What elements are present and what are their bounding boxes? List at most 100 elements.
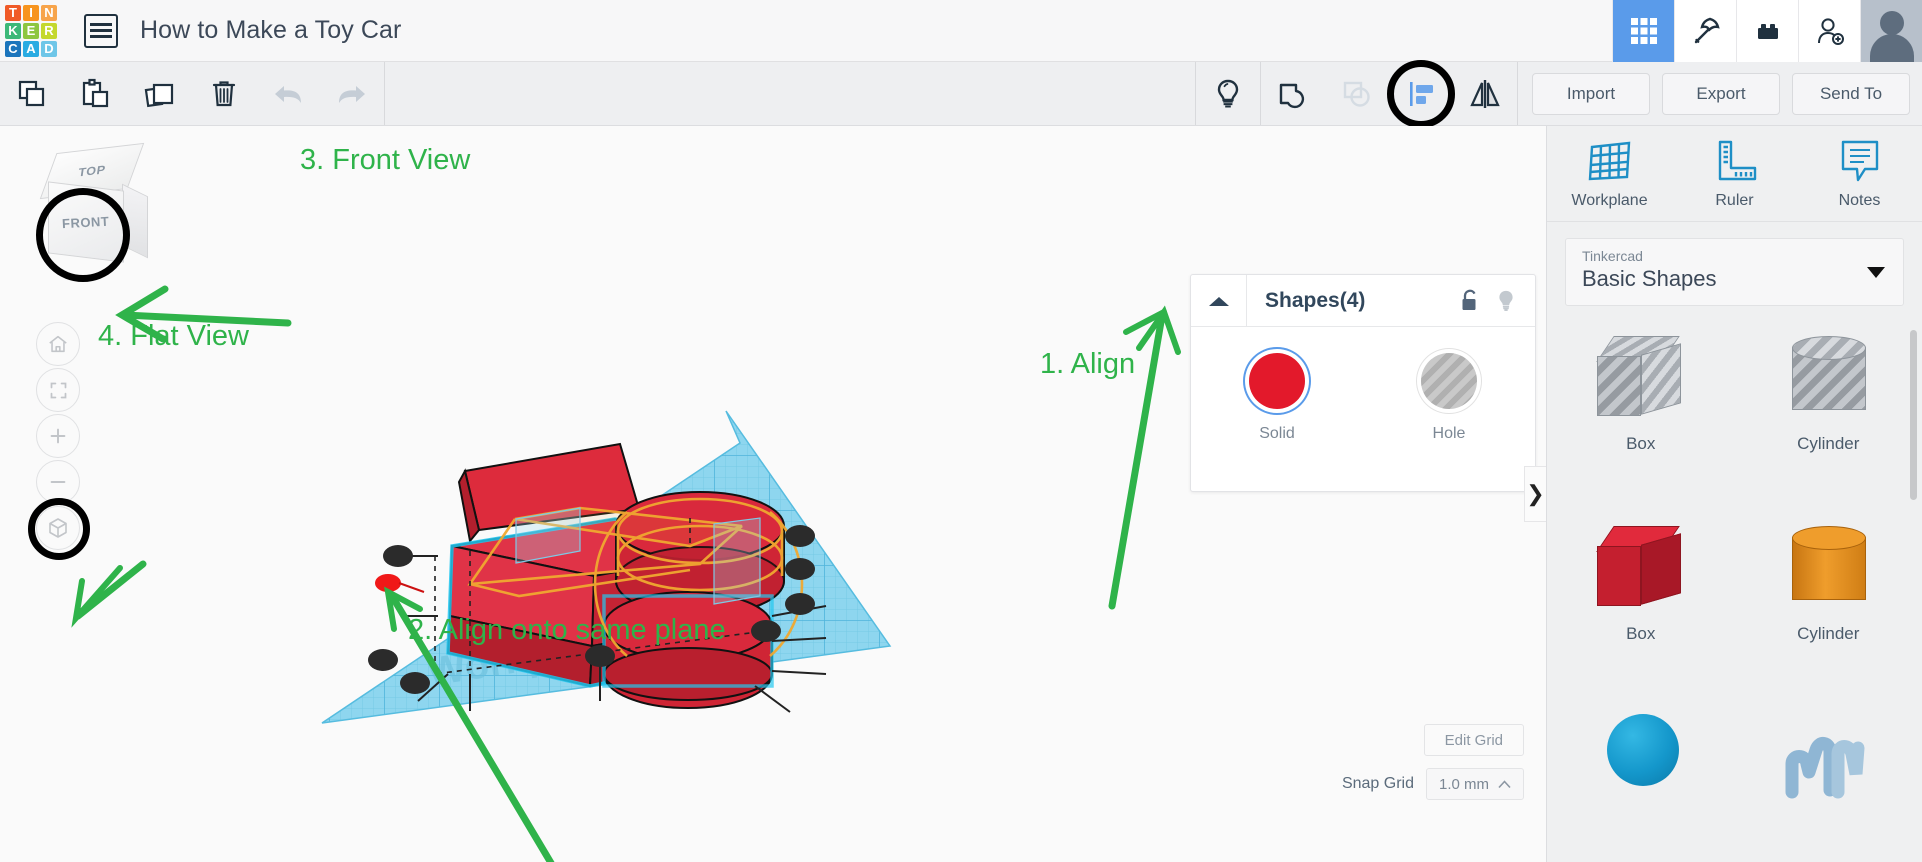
duplicate-icon[interactable] bbox=[128, 62, 192, 125]
tinkercad-logo[interactable]: TIN KER CAD bbox=[0, 0, 62, 62]
shape-row: Box Cylinder bbox=[1547, 514, 1922, 644]
top-bar: TIN KER CAD How to Make a Toy Car bbox=[0, 0, 1922, 62]
shape-row bbox=[1547, 702, 1922, 806]
tinkercad-app: TINKERCAD How to Make a Toy Car Import E… bbox=[0, 0, 1922, 862]
3d-scene[interactable]: Workplane bbox=[0, 126, 1546, 862]
triangle-up-icon[interactable] bbox=[1191, 275, 1247, 326]
notes-tool[interactable]: Notes bbox=[1797, 137, 1922, 210]
chevron-down-icon[interactable] bbox=[1867, 267, 1885, 278]
snap-grid-value: 1.0 mm bbox=[1438, 775, 1489, 793]
shapes-panel: Shapes(4) Solid Hole bbox=[1190, 274, 1536, 492]
fit-frame-icon bbox=[50, 382, 66, 398]
shapes-panel-icons bbox=[1459, 288, 1535, 314]
grid-controls: Edit Grid Snap Grid 1.0 mm bbox=[1342, 724, 1524, 800]
shape-box-red[interactable]: Box bbox=[1547, 514, 1735, 644]
ruler-tool[interactable]: Ruler bbox=[1672, 137, 1797, 210]
align-handle bbox=[585, 645, 615, 667]
export-button[interactable]: Export bbox=[1662, 72, 1780, 115]
shape-label: Box bbox=[1626, 624, 1656, 643]
plus-icon bbox=[50, 428, 66, 444]
snap-grid-row: Snap Grid 1.0 mm bbox=[1342, 768, 1524, 800]
page-title: How to Make a Toy Car bbox=[140, 16, 402, 44]
logo-tile-t: T bbox=[5, 4, 21, 21]
snap-grid-dropdown[interactable]: 1.0 mm bbox=[1425, 768, 1524, 800]
shapes-panel-header: Shapes(4) bbox=[1191, 275, 1535, 327]
solid-label: Solid bbox=[1259, 425, 1295, 442]
hole-swatch[interactable]: Hole bbox=[1363, 353, 1535, 443]
home-view-button[interactable] bbox=[36, 322, 80, 366]
shape-label: Box bbox=[1626, 434, 1656, 453]
scribble-icon bbox=[1785, 737, 1865, 799]
annotation-flat-view: 4. Flat View bbox=[98, 320, 249, 352]
snap-grid-label: Snap Grid bbox=[1341, 775, 1414, 792]
annotation-align-onto-same-plane: 2. Align onto same plane bbox=[408, 614, 726, 646]
edit-toolbar: Import Export Send To bbox=[0, 60, 1922, 128]
shapes-panel-body: Solid Hole bbox=[1191, 327, 1535, 443]
align-handle bbox=[785, 593, 815, 615]
library-collection: Basic Shapes bbox=[1582, 266, 1717, 291]
shape-sphere-blue[interactable] bbox=[1547, 702, 1735, 806]
add-person-icon[interactable] bbox=[1798, 0, 1860, 62]
logo-tile-k: K bbox=[5, 22, 21, 39]
lightbulb-icon[interactable] bbox=[1495, 288, 1517, 314]
shape-box-hole[interactable]: Box bbox=[1547, 324, 1735, 454]
logo-tile-r: R bbox=[41, 22, 57, 39]
shape-scribble[interactable] bbox=[1735, 702, 1922, 806]
send-to-button[interactable]: Send To bbox=[1792, 72, 1910, 115]
action-buttons: Import Export Send To bbox=[1518, 72, 1922, 115]
group-icon[interactable] bbox=[1261, 62, 1325, 125]
pickaxe-icon[interactable] bbox=[1674, 0, 1736, 62]
library-owner: Tinkercad bbox=[1582, 248, 1643, 264]
shape-cylinder-orange[interactable]: Cylinder bbox=[1735, 514, 1922, 644]
fit-view-button[interactable] bbox=[36, 368, 80, 412]
shape-library-grid[interactable]: Box Cylinder Box Cylinder bbox=[1547, 324, 1922, 844]
undo-icon[interactable] bbox=[256, 62, 320, 125]
top-bar-icons bbox=[1612, 0, 1922, 62]
align-handle bbox=[400, 672, 430, 694]
sidebar-scrollbar[interactable] bbox=[1910, 330, 1917, 500]
align-highlight-circle bbox=[1387, 60, 1455, 128]
caret-up-icon bbox=[1498, 779, 1511, 788]
flat-view-highlight-circle bbox=[28, 498, 90, 560]
align-handle bbox=[785, 558, 815, 580]
edit-grid-button[interactable]: Edit Grid bbox=[1423, 724, 1524, 756]
workplane-tool[interactable]: Workplane bbox=[1547, 137, 1672, 210]
annotation-align: 1. Align bbox=[1040, 348, 1136, 380]
notes-icon bbox=[1841, 140, 1878, 182]
zoom-in-button[interactable] bbox=[36, 414, 80, 458]
align-handle bbox=[383, 545, 413, 567]
grid-gallery-icon[interactable] bbox=[1612, 0, 1674, 62]
annotation-front-view: 3. Front View bbox=[300, 144, 471, 176]
hamburger-menu-icon[interactable] bbox=[84, 13, 118, 48]
logo-tile-c: C bbox=[5, 40, 21, 57]
view-cube-top-label: TOP bbox=[77, 162, 107, 180]
paste-icon[interactable] bbox=[64, 62, 128, 125]
panel-collapse-toggle[interactable]: ❯ bbox=[1524, 466, 1546, 522]
align-handle bbox=[751, 620, 781, 642]
solid-swatch[interactable]: Solid bbox=[1191, 353, 1363, 443]
import-button[interactable]: Import bbox=[1532, 72, 1650, 115]
shape-cylinder-hole[interactable]: Cylinder bbox=[1735, 324, 1922, 454]
workplane-icon bbox=[1588, 141, 1630, 181]
sidebar-tools: Workplane Ruler Notes bbox=[1547, 126, 1922, 222]
lego-brick-icon[interactable] bbox=[1736, 0, 1798, 62]
logo-tile-i: I bbox=[23, 4, 39, 21]
shape-label: Cylinder bbox=[1797, 624, 1860, 643]
redo-icon[interactable] bbox=[320, 62, 384, 125]
unlock-icon[interactable] bbox=[1459, 288, 1481, 314]
ruler-label: Ruler bbox=[1715, 192, 1754, 209]
notes-label: Notes bbox=[1838, 192, 1881, 209]
design-canvas[interactable]: Workplane bbox=[0, 126, 1546, 862]
align-icon[interactable] bbox=[1387, 60, 1455, 128]
logo-tile-d: D bbox=[41, 40, 57, 57]
user-avatar[interactable] bbox=[1860, 0, 1922, 62]
shape-library-dropdown[interactable]: Tinkercad Basic Shapes bbox=[1565, 238, 1904, 306]
hole-label: Hole bbox=[1432, 425, 1466, 442]
logo-tile-a: A bbox=[23, 40, 39, 57]
delete-icon[interactable] bbox=[192, 62, 256, 125]
shapes-panel-title: Shapes(4) bbox=[1265, 288, 1366, 312]
lightbulb-icon[interactable] bbox=[1196, 62, 1260, 125]
mirror-icon[interactable] bbox=[1453, 62, 1517, 125]
shapes-sidebar: Workplane Ruler Notes Tinkercad Basic Sh… bbox=[1546, 126, 1922, 862]
copy-icon[interactable] bbox=[0, 62, 64, 125]
